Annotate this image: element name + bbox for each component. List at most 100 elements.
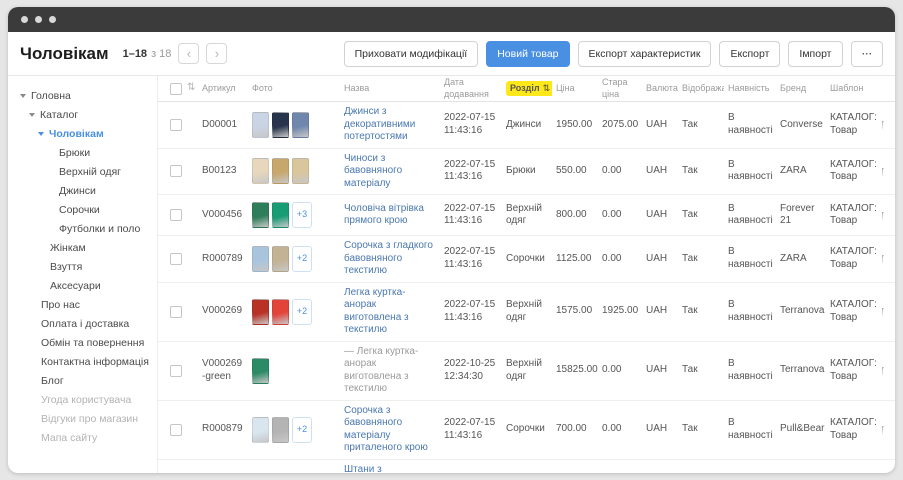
product-thumbnail[interactable] <box>252 417 269 443</box>
hide-modifications-button[interactable]: Приховати модифікації <box>344 41 479 67</box>
sidebar-item-18[interactable]: Мапа сайту <box>14 428 157 447</box>
sidebar-item-7[interactable]: Футболки и поло <box>14 219 157 238</box>
display-cell: Так <box>678 249 724 270</box>
product-thumbnail[interactable] <box>252 246 269 272</box>
row-checkbox[interactable] <box>170 119 182 131</box>
sidebar-item-1[interactable]: Каталог <box>14 105 157 124</box>
product-thumbnail[interactable] <box>292 158 309 184</box>
delete-icon[interactable] <box>882 423 886 436</box>
sidebar-item-label: Каталог <box>40 109 78 121</box>
more-photos-badge[interactable]: +2 <box>292 299 312 325</box>
product-name-link[interactable]: Чиноси з бавовняного матеріалу <box>344 153 402 189</box>
product-name-link[interactable]: — Легка куртка-анорак виготовлена з текс… <box>344 346 418 395</box>
delete-icon[interactable] <box>882 305 886 318</box>
pagination-prev-button[interactable]: ‹ <box>178 43 199 64</box>
time-value: 11:43:16 <box>444 125 498 138</box>
window-dot-3[interactable] <box>49 16 56 23</box>
product-thumbnail[interactable] <box>272 417 289 443</box>
import-button[interactable]: Імпорт <box>788 41 842 67</box>
sidebar-item-5[interactable]: Джинси <box>14 181 157 200</box>
window-dot-2[interactable] <box>35 16 42 23</box>
sidebar-item-label: Чоловікам <box>49 128 104 140</box>
more-photos-badge[interactable]: +2 <box>292 417 312 443</box>
name-cell: — Легка куртка-анорак виготовлена з текс… <box>340 342 440 400</box>
product-thumbnail[interactable] <box>292 112 309 138</box>
new-product-button[interactable]: Новий товар <box>486 41 569 67</box>
sidebar-item-15[interactable]: Блог <box>14 371 157 390</box>
reorder-icon[interactable]: ⇅ <box>187 82 195 95</box>
product-name-link[interactable]: Сорочка з гладкого бавовняного текстилю <box>344 240 433 276</box>
product-name-link[interactable]: Джинси з декоративними потертостями <box>344 106 415 142</box>
more-button[interactable]: ⋯ <box>851 41 884 67</box>
sidebar-item-13[interactable]: Обмін та повернення <box>14 333 157 352</box>
sidebar-item-17[interactable]: Відгуки про магазин <box>14 409 157 428</box>
sidebar-item-label: Контактна інформація <box>41 356 149 368</box>
row-checkbox[interactable] <box>170 165 182 177</box>
delete-icon[interactable] <box>882 165 886 178</box>
sidebar-item-4[interactable]: Верхній одяг <box>14 162 157 181</box>
sidebar-item-2[interactable]: Чоловікам <box>14 124 157 143</box>
select-all-checkbox[interactable] <box>170 83 182 95</box>
sidebar-item-0[interactable]: Головна <box>14 86 157 105</box>
product-thumbnail[interactable] <box>272 112 289 138</box>
product-thumbnail[interactable] <box>272 202 289 228</box>
product-thumbnail[interactable] <box>252 358 269 384</box>
window-dot-1[interactable] <box>21 16 28 23</box>
row-checkbox[interactable] <box>170 209 182 221</box>
column-header-section[interactable]: Розділ⇅ <box>502 76 552 101</box>
old-price-cell: 0.00 <box>598 360 642 381</box>
delete-icon[interactable] <box>882 252 886 265</box>
export-button[interactable]: Експорт <box>719 41 780 67</box>
export-characteristics-button[interactable]: Експорт характеристик <box>578 41 712 67</box>
column-header-brand[interactable]: Бренд <box>776 78 826 99</box>
date-value: 2022-10-25 <box>444 358 495 369</box>
row-checkbox[interactable] <box>170 365 182 377</box>
product-thumbnail[interactable] <box>252 158 269 184</box>
row-checkbox[interactable] <box>170 306 182 318</box>
sidebar-item-14[interactable]: Контактна інформація <box>14 352 157 371</box>
column-header-date[interactable]: Дата додавання <box>440 76 502 105</box>
template-cell: КАТАЛОГ: Товар <box>826 413 882 446</box>
sidebar-item-3[interactable]: Брюки <box>14 143 157 162</box>
sidebar-item-16[interactable]: Угода користувача <box>14 390 157 409</box>
sidebar-item-8[interactable]: Жінкам <box>14 238 157 257</box>
product-thumbnail[interactable] <box>272 299 289 325</box>
sidebar-item-12[interactable]: Оплата і доставка <box>14 314 157 333</box>
delete-icon[interactable] <box>882 209 886 222</box>
column-header-sku[interactable]: Артикул <box>198 78 248 99</box>
delete-icon[interactable] <box>882 118 886 131</box>
sorted-column-pill[interactable]: Розділ⇅ <box>506 81 552 96</box>
column-header-price[interactable]: Ціна <box>552 78 598 99</box>
pagination-next-button[interactable]: › <box>206 43 227 64</box>
sidebar-item-label: Жінкам <box>50 242 86 254</box>
product-thumbnail[interactable] <box>272 246 289 272</box>
column-header-photo[interactable]: Фото <box>248 78 340 99</box>
product-thumbnail[interactable] <box>252 299 269 325</box>
column-header-cur[interactable]: Валюта <box>642 78 678 99</box>
column-header-old[interactable]: Стара ціна <box>598 76 642 105</box>
toolbar-buttons: Приховати модифікації Новий товар Експорт … <box>344 41 883 67</box>
column-header-tmpl[interactable]: Шаблон <box>826 78 882 99</box>
sidebar-item-10[interactable]: Аксесуари <box>14 276 157 295</box>
product-name-link[interactable]: Легка куртка-анорак виготовлена з тексти… <box>344 287 409 336</box>
more-photos-badge[interactable]: +2 <box>292 246 312 272</box>
delete-icon[interactable] <box>882 364 886 377</box>
column-header-avail[interactable]: Наявність <box>724 78 776 99</box>
product-thumbnail[interactable] <box>272 158 289 184</box>
sidebar-item-6[interactable]: Сорочки <box>14 200 157 219</box>
product-name-link[interactable]: Чоловіча вітрівка прямого крою <box>344 203 424 227</box>
product-name-link[interactable]: Сорочка з бавовняного матеріалу притален… <box>344 405 428 454</box>
sidebar-item-11[interactable]: Про нас <box>14 295 157 314</box>
more-photos-badge[interactable]: +3 <box>292 202 312 228</box>
column-header-disp[interactable]: Відображати <box>678 78 724 99</box>
sidebar-item-9[interactable]: Взуття <box>14 257 157 276</box>
product-thumbnail[interactable] <box>252 112 269 138</box>
row-checkbox[interactable] <box>170 253 182 265</box>
column-header-name[interactable]: Назва <box>340 78 440 99</box>
page-title: Чоловікам <box>20 44 109 64</box>
product-name-link[interactable]: Штани з бавовняного матеріалу прямого кр… <box>344 464 431 474</box>
photo-cell <box>248 154 340 188</box>
product-thumbnail[interactable] <box>252 202 269 228</box>
row-checkbox[interactable] <box>170 424 182 436</box>
table-row: R000789+2Сорочка з гладкого бавовняного … <box>158 236 895 283</box>
